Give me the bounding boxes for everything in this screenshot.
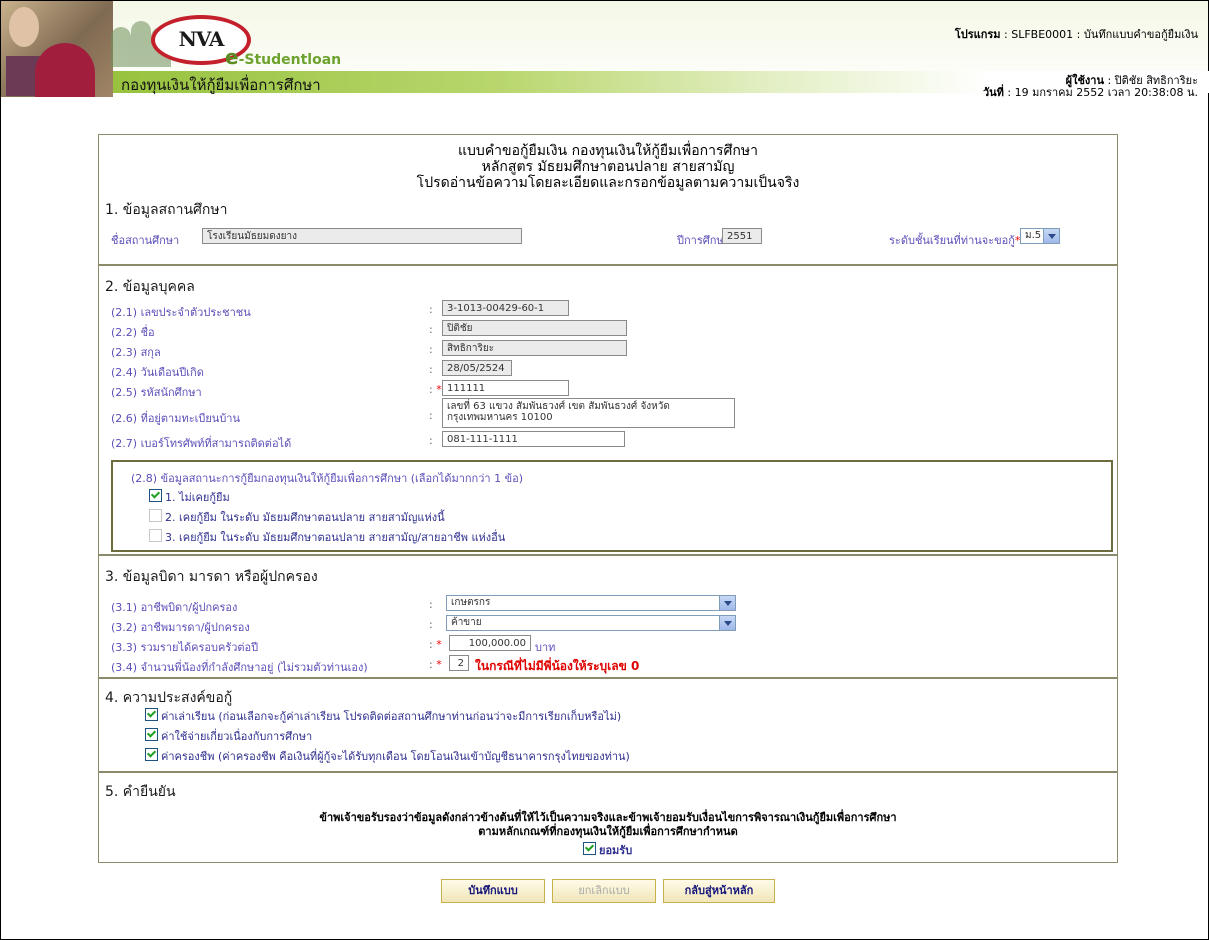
confirm-line-1: ข้าพเจ้าขอรับรองว่าข้อมูลดังกล่าวข้างต้น… [319, 811, 897, 824]
purpose-tuition-label: ค่าเล่าเรียน (ก่อนเลือกจะกู้ค่าเล่าเรียน… [161, 710, 622, 723]
required-mark: * [436, 383, 442, 396]
income-field[interactable]: 100,000.00 [449, 635, 531, 651]
mother-job-value: ค้าขาย [451, 617, 482, 628]
colon: : * [429, 638, 442, 651]
chevron-down-icon[interactable] [719, 616, 735, 630]
birthdate-label: (2.4) วันเดือนปีเกิด [111, 366, 204, 379]
mother-job-label: (3.2) อาชีพมารดา/ผู้ปกครอง [111, 621, 250, 634]
required-mark: * [436, 638, 442, 651]
accept-checkbox[interactable] [583, 842, 596, 855]
section2-heading: 2. ข้อมูลบุคคล [105, 279, 195, 295]
address-label: (2.6) ที่อยู่ตามทะเบียนบ้าน [111, 412, 240, 425]
father-job-select[interactable]: เกษตรกร [446, 595, 736, 611]
father-job-label: (3.1) อาชีพบิดา/ผู้ปกครอง [111, 601, 238, 614]
chevron-down-icon[interactable] [719, 596, 735, 610]
colon: : [429, 598, 433, 611]
siblings-field[interactable]: 2 [449, 655, 469, 671]
section4-heading: 4. ความประสงค์ขอกู้ [105, 690, 233, 706]
studentid-label: (2.5) รหัสนักศึกษา [111, 386, 202, 399]
studentid-field[interactable]: 111111 [442, 380, 569, 396]
colon: : [429, 618, 433, 631]
colon: : [429, 434, 433, 447]
school-field[interactable]: โรงเรียนมัธยมดงยาง [202, 228, 522, 244]
loan-status-option-1-label: 1. ไม่เคยกู้ยืม [165, 491, 230, 504]
section2-divider [99, 264, 1117, 266]
colon: : * [429, 658, 442, 671]
birthdate-field[interactable]: 28/05/2524 [442, 360, 512, 376]
lastname-label: (2.3) สกุล [111, 346, 161, 359]
date-value: : 19 มกราคม 2552 เวลา 20:38:08 น. [1003, 86, 1198, 99]
colon: : [429, 363, 433, 376]
lastname-field[interactable]: สิทธิการิยะ [442, 340, 627, 356]
siblings-label: (3.4) จำนวนพี่น้องที่กำลังศึกษาอยู่ (ไม่… [111, 661, 368, 674]
date-info: วันที่ : 19 มกราคม 2552 เวลา 20:38:08 น. [983, 83, 1198, 101]
colon: : [429, 303, 433, 316]
program-value: : SLFBE0001 : บันทึกแบบคำขอกู้ยืมเงิน [1000, 28, 1198, 41]
loan-status-option-3-label: 3. เคยกู้ยืม ในระดับ มัธยมศึกษาตอนปลาย ส… [165, 531, 506, 544]
firstname-label: (2.2) ชื่อ [111, 326, 155, 339]
section5-divider [99, 771, 1117, 773]
loan-status-option-1-checkbox[interactable] [149, 489, 162, 502]
save-button[interactable]: บันทึกแบบ [441, 879, 545, 903]
program-label: โปรแกรม [954, 28, 1001, 41]
photo-gown [35, 43, 95, 97]
purpose-living-label: ค่าครองชีพ (ค่าครองชีพ คือเงินที่ผู้กู้จ… [161, 750, 630, 763]
purpose-expenses-label: ค่าใช้จ่ายเกี่ยวเนื่องกับการศึกษา [161, 730, 313, 743]
program-info: โปรแกรม : SLFBE0001 : บันทึกแบบคำขอกู้ยื… [955, 25, 1198, 43]
phone-label: (2.7) เบอร์โทรศัพท์ที่สามารถติดต่อได้ [111, 437, 292, 450]
date-label: วันที่ [982, 86, 1004, 99]
section1-heading: 1. ข้อมูลสถานศึกษา [105, 202, 228, 218]
loan-form: แบบคำขอกู้ยืมเงิน กองทุนเงินให้กู้ยืมเพื… [98, 134, 1118, 863]
id-field[interactable]: 3-1013-00429-60-1 [442, 300, 569, 316]
header-banner: NVA e-Studentloan กองทุนเงินให้กู้ยืมเพื… [1, 1, 1209, 101]
level-select[interactable]: ม.5 [1020, 228, 1060, 244]
form-title-1: แบบคำขอกู้ยืมเงิน กองทุนเงินให้กู้ยืมเพื… [458, 143, 758, 159]
phone-field[interactable]: 081-111-1111 [442, 431, 625, 447]
id-label: (2.1) เลขประจำตัวประชาชน [111, 306, 251, 319]
chevron-down-icon[interactable] [1043, 229, 1059, 243]
purpose-tuition-checkbox[interactable] [145, 708, 158, 721]
level-label: ระดับชั้นเรียนที่ท่านจะขอกู้* [889, 231, 1020, 249]
mother-job-select[interactable]: ค้าขาย [446, 615, 736, 631]
photo-face [9, 7, 39, 47]
school-label: ชื่อสถานศึกษา [111, 234, 180, 247]
section3-divider [99, 554, 1117, 556]
loan-status-title: (2.8) ข้อมูลสถานะการกู้ยืมกองทุนเงินให้ก… [131, 472, 523, 485]
colon: : [429, 409, 433, 422]
level-label-text: ระดับชั้นเรียนที่ท่านจะขอกู้ [889, 234, 1015, 247]
cancel-button[interactable]: ยกเลิกแบบ [552, 879, 656, 903]
level-value: ม.5 [1025, 230, 1042, 241]
brand-e: e [225, 45, 239, 69]
purpose-expenses-checkbox[interactable] [145, 728, 158, 741]
firstname-field[interactable]: ปิติชัย [442, 320, 627, 336]
home-button[interactable]: กลับสู่หน้าหลัก [663, 879, 775, 903]
accept-label: ยอมรับ [599, 844, 633, 857]
confirm-line-2: ตามหลักเกณฑ์ที่กองทุนเงินให้กู้ยืมเพื่อก… [478, 825, 738, 838]
colon: : * [429, 383, 442, 396]
year-field[interactable]: 2551 [722, 228, 762, 244]
loan-status-option-3-checkbox[interactable] [149, 529, 162, 542]
section5-heading: 5. คำยืนยัน [105, 784, 176, 800]
fund-name: กองทุนเงินให้กู้ยืมเพื่อการศึกษา [121, 76, 321, 94]
brand-suffix: -Studentloan [238, 52, 342, 68]
siblings-note: ในกรณีที่ไม่มีพี่น้องให้ระบุเลข 0 [475, 659, 640, 673]
logo-text: NVA [178, 27, 225, 51]
colon: : [429, 323, 433, 336]
father-job-value: เกษตรกร [451, 597, 491, 608]
income-unit: บาท [535, 641, 556, 654]
section3-heading: 3. ข้อมูลบิดา มารดา หรือผู้ปกครอง [105, 569, 318, 585]
estudentloan-brand: e-Studentloan [225, 45, 341, 69]
header-photo [1, 1, 113, 97]
address-field[interactable]: เลขที่ 63 แขวง สัมพันธวงศ์ เขต สัมพันธวง… [442, 398, 735, 428]
section4-divider [99, 677, 1117, 679]
purpose-living-checkbox[interactable] [145, 748, 158, 761]
form-title-3: โปรดอ่านข้อความโดยละเอียดและกรอกข้อมูลตา… [416, 175, 800, 191]
loan-status-option-2-checkbox[interactable] [149, 509, 162, 522]
loan-status-option-2-label: 2. เคยกู้ยืม ในระดับ มัธยมศึกษาตอนปลาย ส… [165, 511, 445, 524]
form-title-2: หลักสูตร มัธยมศึกษาตอนปลาย สายสามัญ [481, 159, 735, 175]
income-label: (3.3) รวมรายได้ครอบครัวต่อปี [111, 641, 259, 654]
colon: : [429, 343, 433, 356]
loan-status-group: (2.8) ข้อมูลสถานะการกู้ยืมกองทุนเงินให้ก… [111, 460, 1113, 552]
required-mark: * [436, 658, 442, 671]
